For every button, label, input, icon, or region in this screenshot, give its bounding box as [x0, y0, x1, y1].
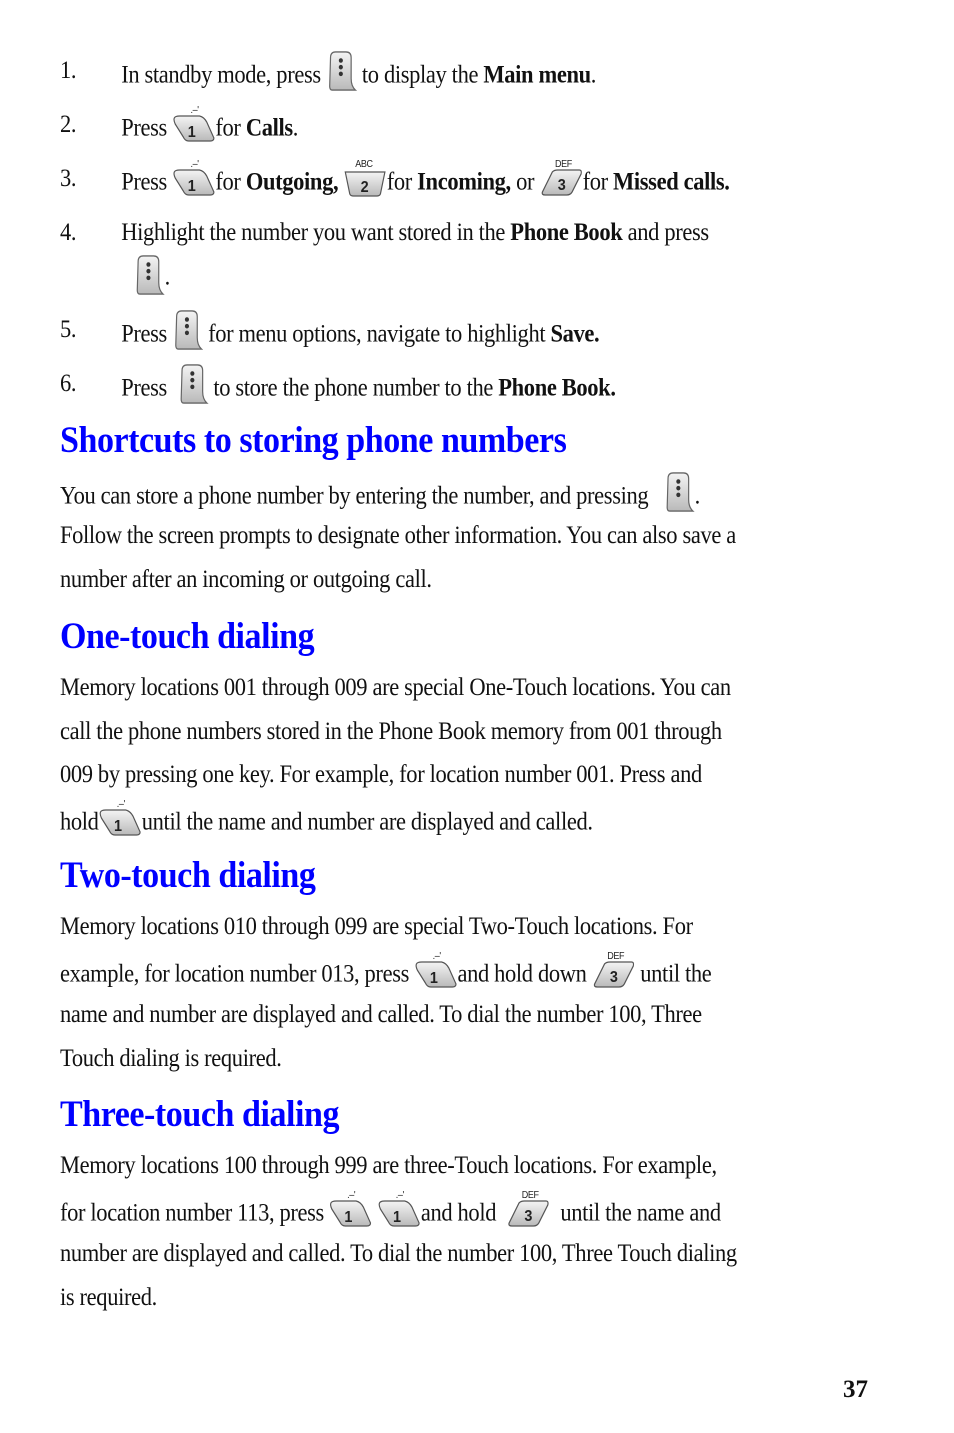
text: until the: [640, 960, 712, 988]
text: example, for location number 013, press: [60, 960, 409, 988]
key-1-icon: [378, 1189, 421, 1229]
text: for: [215, 168, 241, 196]
key-1-icon: [172, 104, 215, 144]
paragraph-line: Touch dialing is required.: [60, 1045, 282, 1072]
text: for: [215, 114, 241, 142]
menu-softkey-icon: [177, 363, 208, 405]
paragraph-line: for location number 113, press and hold …: [60, 1195, 721, 1235]
text: for: [582, 168, 609, 196]
key-2-icon: [344, 158, 387, 198]
key-3-icon: [539, 158, 582, 198]
menu-softkey-icon: [326, 50, 357, 92]
bold-term: Save.: [550, 320, 600, 348]
text: hold: [60, 808, 99, 836]
manual-page: 1. In standby mode, press to display the…: [0, 0, 954, 1433]
step-text: Press for Outgoing, for Incoming, or for…: [121, 164, 730, 204]
step-4-continued: .: [134, 258, 170, 300]
text: for: [386, 168, 413, 196]
step-text: Highlight the number you want stored in …: [121, 218, 709, 248]
step-number: 3.: [60, 165, 77, 192]
text: Highlight the number you want stored in …: [121, 219, 506, 246]
paragraph-line: Memory locations 010 through 099 are spe…: [60, 913, 693, 940]
page-number: 37: [843, 1376, 868, 1403]
paragraph-line: You can store a phone number by entering…: [60, 477, 700, 519]
section-heading-one-touch: One-touch dialing: [60, 616, 315, 657]
key-1-icon: [172, 158, 215, 198]
text: Press: [121, 114, 167, 142]
section-heading-shortcuts: Shortcuts to storing phone numbers: [60, 420, 567, 461]
step-number: 4.: [60, 219, 77, 246]
paragraph-line: number after an incoming or outgoing cal…: [60, 566, 432, 593]
section-heading-two-touch: Two-touch dialing: [60, 855, 316, 896]
menu-softkey-icon: [172, 309, 203, 351]
text: In standby mode, press: [121, 61, 321, 89]
bold-term: Main menu: [483, 61, 591, 89]
key-1-icon: [414, 950, 457, 990]
text: to store the phone number to the: [213, 374, 493, 402]
text: You can store a phone number by entering…: [60, 482, 649, 510]
step-number: 5.: [60, 316, 77, 343]
text: .: [164, 263, 171, 291]
step-text: Press to store the phone number to the P…: [121, 369, 616, 411]
step-number: 6.: [60, 370, 77, 397]
text: Press: [121, 374, 167, 402]
text: .: [694, 482, 701, 510]
key-1-icon: [329, 1189, 372, 1229]
paragraph-line: hold until the name and number are displa…: [60, 804, 593, 844]
text: Press: [121, 320, 167, 348]
text: and hold: [420, 1199, 497, 1227]
section-heading-three-touch: Three-touch dialing: [60, 1094, 340, 1135]
text: and hold down: [457, 960, 587, 988]
menu-softkey-icon: [134, 254, 165, 296]
text: until the name and: [560, 1199, 721, 1227]
bold-term: Incoming,: [417, 168, 511, 196]
key-3-icon: [592, 950, 635, 990]
paragraph-line: name and number are displayed and called…: [60, 1001, 702, 1028]
text: and press: [627, 219, 709, 246]
key-1-icon: [99, 798, 142, 838]
step-text: Press for Calls.: [121, 110, 298, 150]
bold-term: Phone Book: [510, 219, 623, 246]
paragraph-line: 009 by pressing one key. For example, fo…: [60, 761, 702, 788]
text: until the name and number are displayed …: [141, 808, 593, 836]
paragraph-line: Follow the screen prompts to designate o…: [60, 522, 736, 549]
bold-term: Missed calls.: [613, 168, 730, 196]
paragraph-line: example, for location number 013, press …: [60, 956, 712, 996]
text: Press: [121, 168, 167, 196]
step-text: In standby mode, press to display the Ma…: [121, 56, 596, 98]
paragraph-line: Memory locations 001 through 009 are spe…: [60, 674, 731, 701]
step-text: Press for menu options, navigate to high…: [121, 315, 600, 357]
text: .: [590, 61, 597, 89]
paragraph-line: call the phone numbers stored in the Pho…: [60, 718, 722, 745]
text: for location number 113, press: [60, 1199, 324, 1227]
text: to display the: [361, 61, 479, 89]
menu-softkey-icon: [664, 471, 695, 513]
bold-term: Calls: [245, 114, 293, 142]
paragraph-line: is required.: [60, 1284, 157, 1311]
text: for menu options, navigate to highlight: [208, 320, 546, 348]
paragraph-line: Memory locations 100 through 999 are thr…: [60, 1152, 717, 1179]
text: or: [516, 168, 535, 196]
paragraph-line: number are displayed and called. To dial…: [60, 1240, 737, 1267]
bold-term: Phone Book.: [498, 374, 616, 402]
text: .: [292, 114, 299, 142]
step-number: 2.: [60, 111, 77, 138]
step-number: 1.: [60, 57, 77, 84]
key-3-icon: [507, 1189, 550, 1229]
bold-term: Outgoing,: [245, 168, 339, 196]
